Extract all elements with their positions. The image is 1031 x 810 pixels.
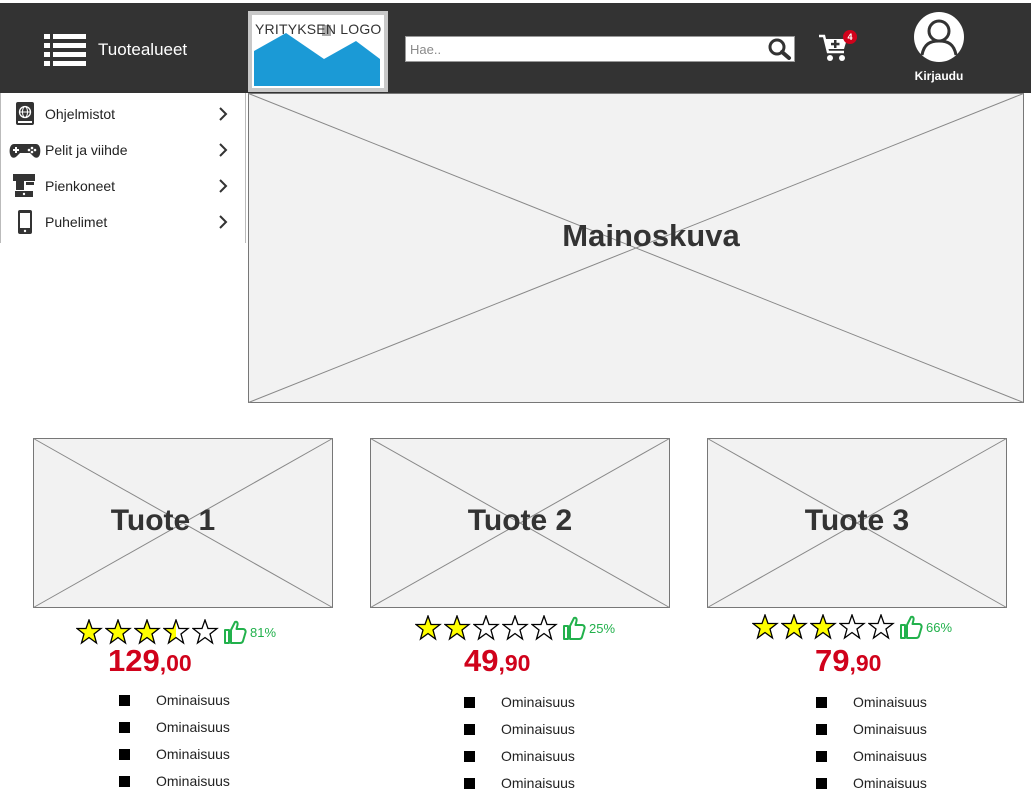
star-full-icon <box>781 614 808 640</box>
banner-title: Mainoskuva <box>562 218 740 253</box>
search-box <box>405 36 795 62</box>
bullet-square <box>119 722 130 733</box>
product-title: Tuote 2 <box>467 504 573 537</box>
chevron-right-icon <box>219 143 228 157</box>
gamepad-icon <box>9 144 41 158</box>
star-full-icon <box>415 615 442 641</box>
sidebar-item-phones[interactable]: Puhelimet <box>1 204 245 240</box>
product-title: Tuote 3 <box>804 504 910 537</box>
feature-text: Ominaisuus <box>853 694 927 710</box>
star-full-icon <box>444 615 471 641</box>
login-button[interactable]: Kirjaudu <box>905 11 973 83</box>
star-full-icon <box>810 614 837 640</box>
thumbs-up-icon <box>900 615 923 639</box>
bullet-square <box>464 751 475 762</box>
feature-text: Ominaisuus <box>156 773 230 789</box>
bullet-square <box>816 778 827 789</box>
like-percentage: 66% <box>926 619 953 635</box>
sidebar-item-label: Ohjelmistot <box>45 106 116 122</box>
product-image-placeholder[interactable]: Tuote 2 <box>370 438 670 608</box>
sidebar-item-appliances[interactable]: Pienkoneet <box>1 168 245 204</box>
feature-text: Ominaisuus <box>853 721 927 737</box>
feature-text: Ominaisuus <box>501 748 575 764</box>
feature-text: Ominaisuus <box>156 719 230 735</box>
user-avatar-icon <box>914 12 964 62</box>
product-price: 49,90 <box>464 643 530 679</box>
star-empty-icon <box>502 615 529 641</box>
product-categories-label: Tuotealueet <box>98 40 188 59</box>
bullet-square <box>816 697 827 708</box>
product-image-placeholder[interactable]: Tuote 1 <box>33 438 333 608</box>
product-price: 79,90 <box>815 643 881 679</box>
product-categories-button[interactable]: Tuotealueet <box>44 33 194 67</box>
price-integer: 129 <box>108 643 160 678</box>
product-rating: 25% <box>415 614 615 642</box>
star-empty-icon <box>192 619 219 645</box>
chevron-right-icon <box>219 215 228 229</box>
sidebar-item-label: Pienkoneet <box>45 178 116 194</box>
like-percentage: 25% <box>589 620 616 636</box>
list-menu-icon <box>44 34 86 66</box>
bullet-square <box>464 778 475 789</box>
bullet-square <box>119 776 130 787</box>
sidebar-item-label: Puhelimet <box>45 214 108 230</box>
chevron-right-icon <box>219 179 228 193</box>
thumbs-up-icon <box>224 620 247 644</box>
star-empty-icon <box>839 614 866 640</box>
price-decimals: ,90 <box>849 650 882 676</box>
product-rating: 66% <box>752 613 952 641</box>
header-bar: Tuotealueet YRITYKSEN LOGO 4 <box>0 3 1031 93</box>
price-integer: 49 <box>464 643 499 678</box>
ad-banner-placeholder[interactable]: Mainoskuva <box>248 93 1024 403</box>
feature-text: Ominaisuus <box>501 721 575 737</box>
product-rating: 81% <box>76 618 276 646</box>
sidebar-item-games[interactable]: Pelit ja viihde <box>1 132 245 168</box>
shopping-cart-button[interactable]: 4 <box>818 30 858 65</box>
bullet-square <box>119 695 130 706</box>
like-percentage: 81% <box>250 624 277 640</box>
price-decimals: ,90 <box>498 650 531 676</box>
product-title: Tuote 1 <box>110 504 216 537</box>
price-decimals: ,00 <box>159 650 192 676</box>
search-icon[interactable] <box>768 38 792 65</box>
cart-count-badge: 4 <box>843 30 857 44</box>
login-label: Kirjaudu <box>914 69 964 83</box>
product-price: 129,00 <box>108 643 192 679</box>
star-empty-icon <box>868 614 895 640</box>
star-full-icon <box>105 619 132 645</box>
bullet-square <box>464 697 475 708</box>
chevron-right-icon <box>219 107 228 121</box>
feature-text: Ominaisuus <box>156 746 230 762</box>
thumbs-up-icon <box>563 616 586 640</box>
category-sidebar: Ohjelmistot Pelit ja viihde Pienkoneet P… <box>0 93 246 243</box>
bullet-square <box>816 724 827 735</box>
sidebar-item-software[interactable]: Ohjelmistot <box>1 96 245 132</box>
company-logo[interactable]: YRITYKSEN LOGO <box>248 11 388 92</box>
bullet-square <box>816 751 827 762</box>
appliance-icon <box>13 174 35 197</box>
feature-text: Ominaisuus <box>156 692 230 708</box>
price-integer: 79 <box>815 643 850 678</box>
feature-text: Ominaisuus <box>501 694 575 710</box>
star-full-icon <box>752 614 779 640</box>
star-empty-icon <box>473 615 500 641</box>
star-full-icon <box>76 619 103 645</box>
search-input[interactable] <box>406 38 761 60</box>
sidebar-item-label: Pelit ja viihde <box>45 142 128 158</box>
logo-text: YRITYKSEN LOGO <box>255 21 382 37</box>
feature-text: Ominaisuus <box>853 748 927 764</box>
star-half-icon <box>163 619 190 645</box>
software-book-icon <box>16 102 34 125</box>
star-full-icon <box>134 619 161 645</box>
feature-text: Ominaisuus <box>501 775 575 791</box>
product-image-placeholder[interactable]: Tuote 3 <box>707 438 1007 608</box>
bullet-square <box>464 724 475 735</box>
mobile-phone-icon <box>18 210 32 234</box>
star-empty-icon <box>531 615 558 641</box>
feature-text: Ominaisuus <box>853 775 927 791</box>
bullet-square <box>119 749 130 760</box>
